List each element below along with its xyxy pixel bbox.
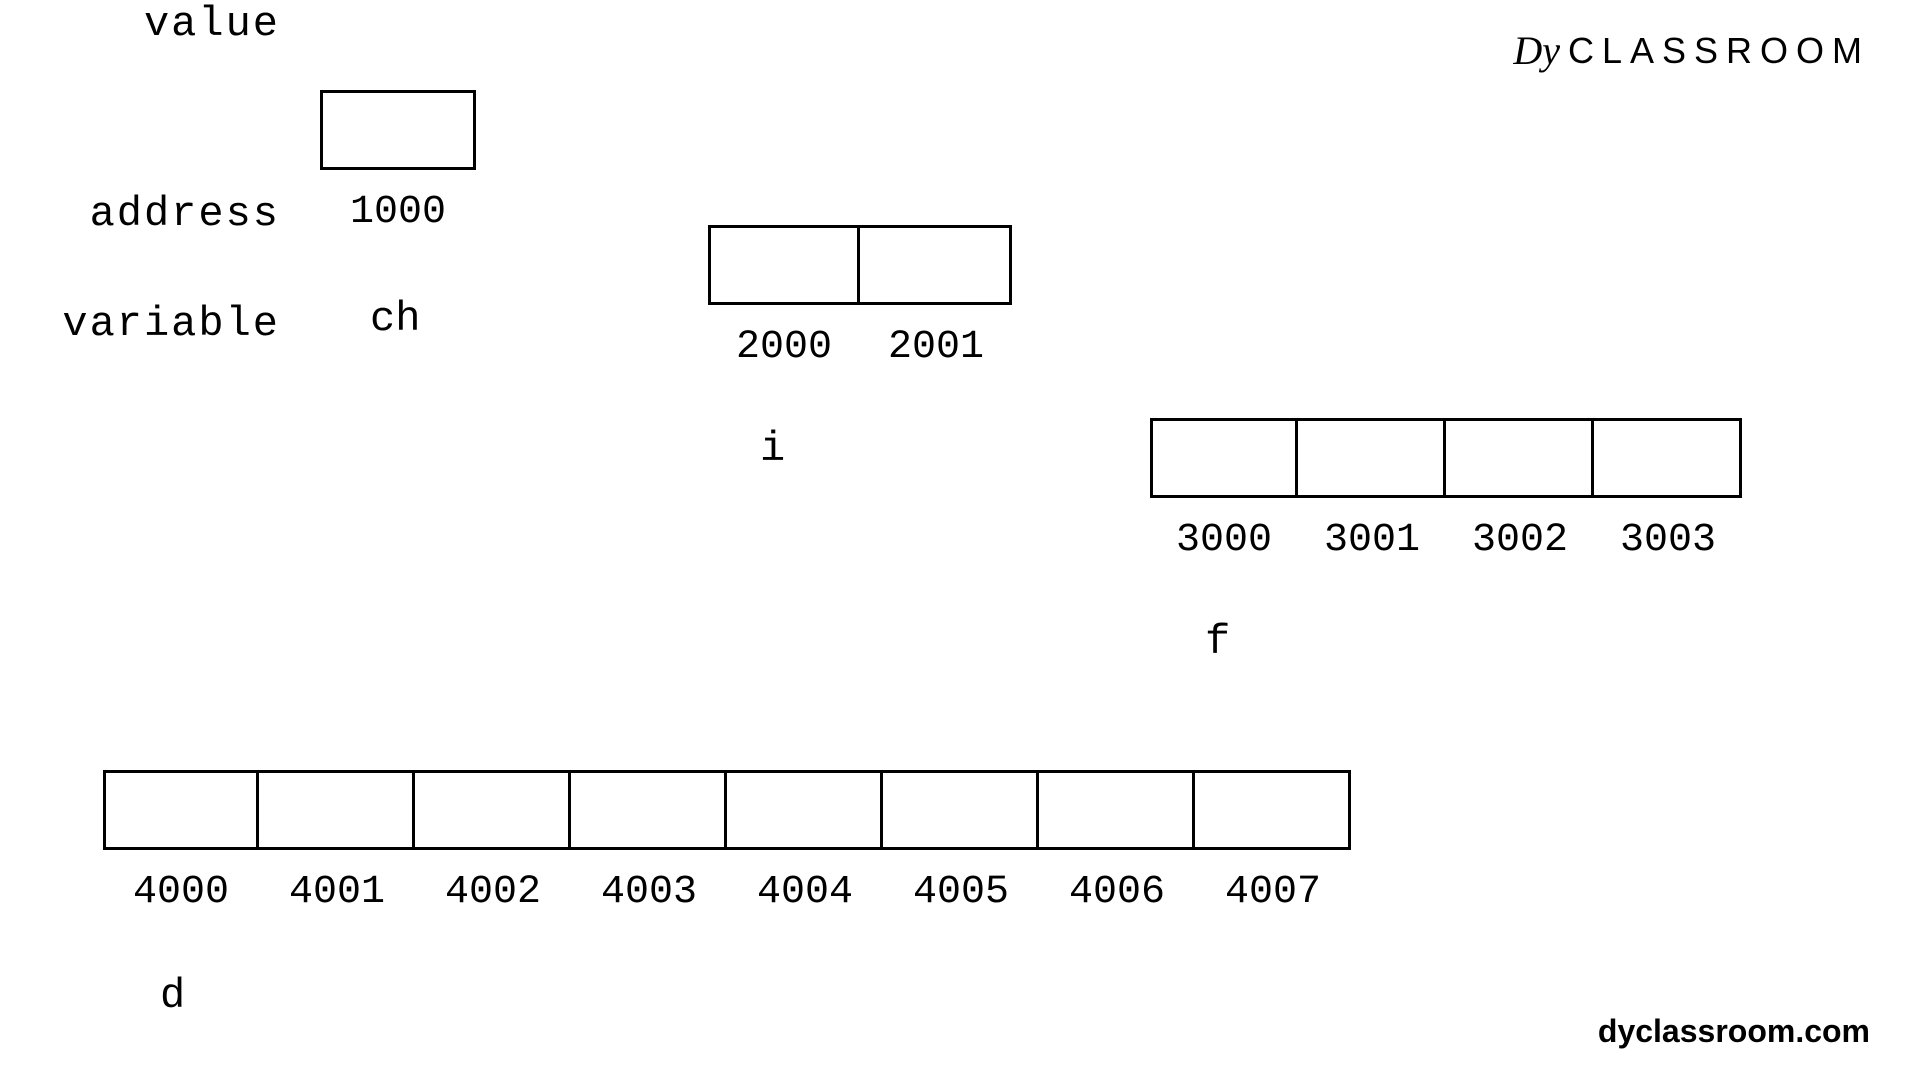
memory-block-f — [1150, 418, 1742, 498]
memory-cell — [708, 225, 860, 305]
memory-cell — [1039, 770, 1195, 850]
address-label: 3003 — [1594, 518, 1742, 563]
memory-cell — [571, 770, 727, 850]
address-label: 4005 — [883, 870, 1039, 915]
variable-name-f: f — [1205, 618, 1230, 666]
memory-cell — [320, 90, 476, 170]
address-label: 4003 — [571, 870, 727, 915]
address-label: 3000 — [1150, 518, 1298, 563]
address-row-i: 2000 2001 — [708, 325, 1012, 370]
memory-cell — [883, 770, 1039, 850]
address-label: 4000 — [103, 870, 259, 915]
address-row-d: 4000 4001 4002 4003 4004 4005 4006 4007 — [103, 870, 1351, 915]
label-address: address — [0, 190, 280, 238]
memory-cell — [1298, 418, 1446, 498]
address-label: 4007 — [1195, 870, 1351, 915]
brand-logo: Dy CLASSROOM — [1513, 30, 1870, 72]
label-variable: variable — [0, 300, 280, 348]
memory-cell — [1594, 418, 1742, 498]
address-label: 4006 — [1039, 870, 1195, 915]
memory-cell — [415, 770, 571, 850]
logo-word: CLASSROOM — [1568, 30, 1870, 72]
site-url: dyclassroom.com — [1598, 1013, 1870, 1050]
memory-cell — [1195, 770, 1351, 850]
variable-name-ch: ch — [370, 295, 420, 343]
address-label: 2001 — [860, 325, 1012, 370]
address-label: 3002 — [1446, 518, 1594, 563]
memory-cell — [103, 770, 259, 850]
memory-block-ch — [320, 90, 476, 170]
memory-cell — [259, 770, 415, 850]
logo-prefix: Dy — [1513, 31, 1560, 71]
address-row-f: 3000 3001 3002 3003 — [1150, 518, 1742, 563]
memory-cell — [1446, 418, 1594, 498]
address-label: 4001 — [259, 870, 415, 915]
variable-name-i: i — [760, 425, 785, 473]
memory-block-d — [103, 770, 1351, 850]
address-row-ch: 1000 — [320, 190, 476, 235]
memory-cell — [860, 225, 1012, 305]
label-value: value — [0, 0, 280, 48]
memory-block-i — [708, 225, 1012, 305]
address-label: 4002 — [415, 870, 571, 915]
memory-cell — [1150, 418, 1298, 498]
memory-cell — [727, 770, 883, 850]
address-label: 2000 — [708, 325, 860, 370]
address-label: 4004 — [727, 870, 883, 915]
address-label: 3001 — [1298, 518, 1446, 563]
variable-name-d: d — [160, 972, 185, 1020]
address-label: 1000 — [320, 190, 476, 235]
